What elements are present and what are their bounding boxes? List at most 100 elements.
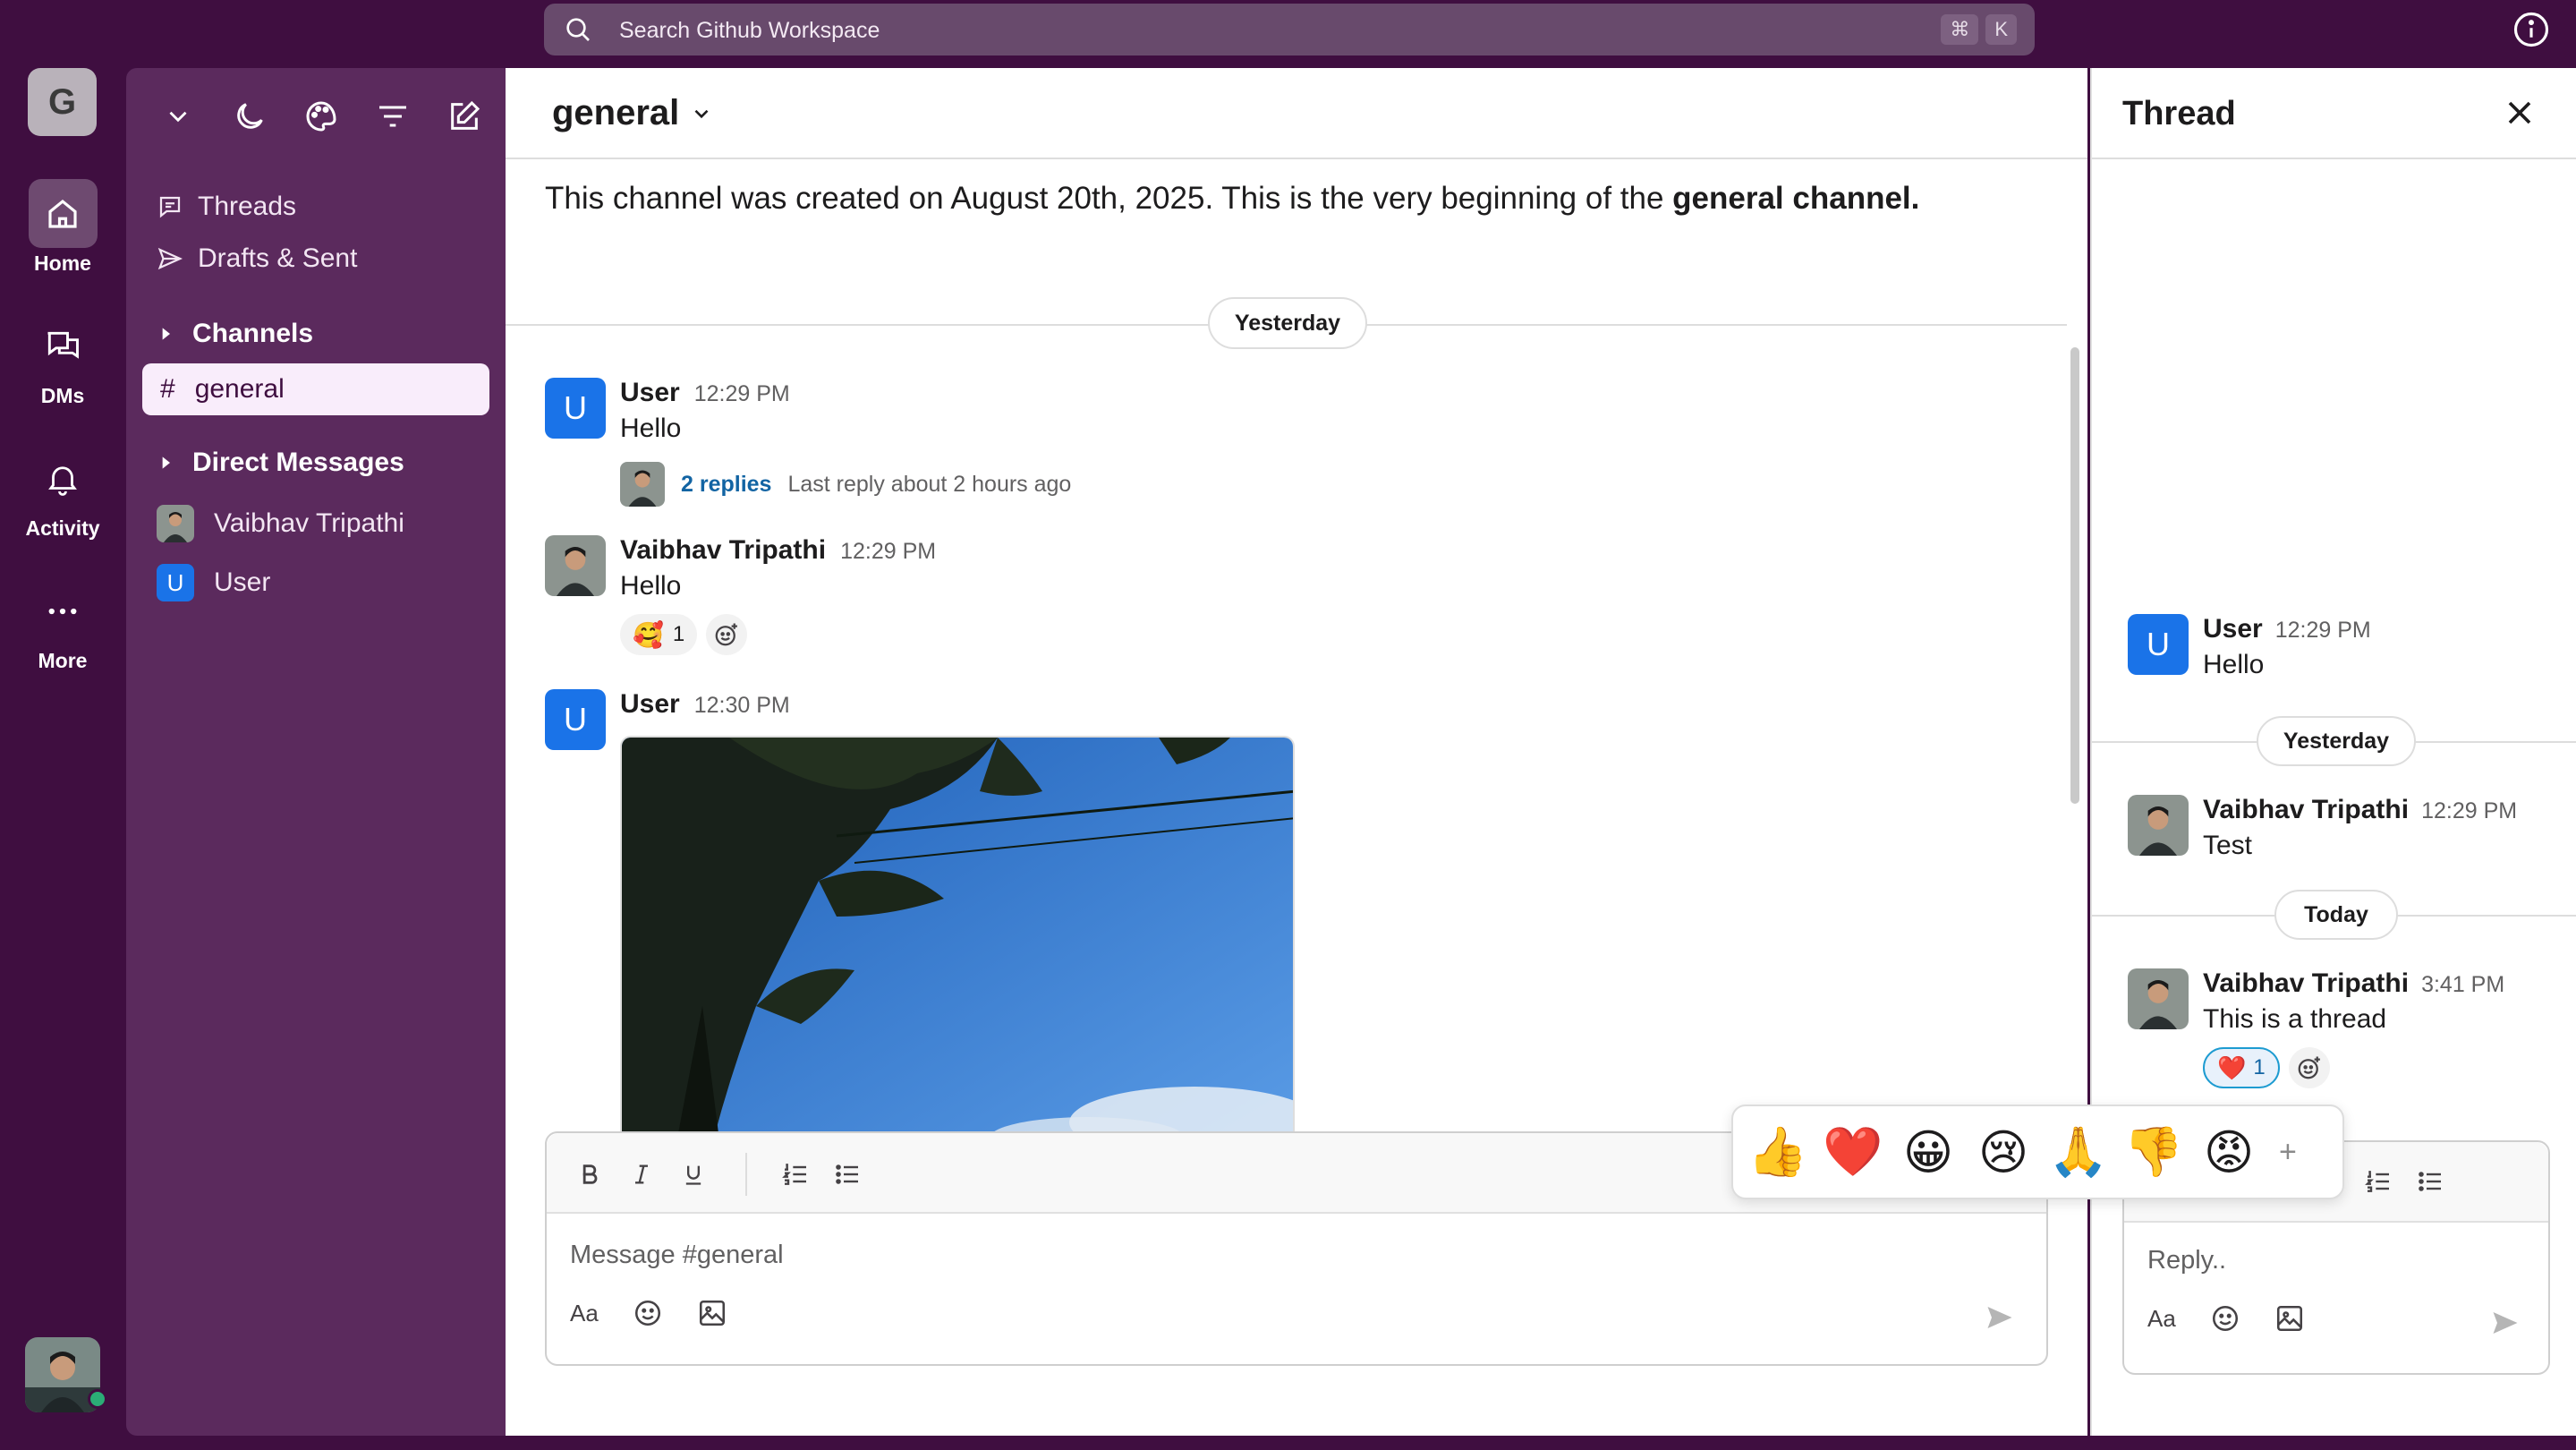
avatar[interactable]: U bbox=[2128, 614, 2189, 675]
close-icon[interactable] bbox=[2500, 93, 2539, 132]
underline-button[interactable] bbox=[674, 1155, 713, 1194]
emoji-crying[interactable]: 😢 bbox=[1975, 1123, 2032, 1181]
filter-icon bbox=[379, 106, 406, 127]
avatar[interactable] bbox=[545, 535, 606, 596]
image-attachment[interactable] bbox=[620, 736, 1295, 1146]
search-placeholder: Search Github Workspace bbox=[619, 18, 880, 43]
image-upload-icon[interactable] bbox=[2274, 1303, 2305, 1334]
sidebar-item-drafts[interactable]: Drafts & Sent bbox=[157, 243, 357, 274]
reply-count[interactable]: 2 replies bbox=[681, 472, 771, 498]
message-time[interactable]: 12:29 PM bbox=[840, 539, 936, 564]
theme-button[interactable] bbox=[298, 93, 344, 140]
filter-button[interactable] bbox=[370, 93, 416, 140]
channel-header: general bbox=[506, 68, 2087, 159]
emoji-icon[interactable] bbox=[633, 1298, 663, 1328]
avatar bbox=[620, 462, 665, 507]
reaction-emoji: 🥰 bbox=[633, 620, 664, 649]
emoji-pray[interactable]: 🙏 bbox=[2048, 1123, 2108, 1181]
message-time[interactable]: 12:29 PM bbox=[2421, 798, 2517, 823]
workspace-switcher[interactable]: G bbox=[28, 68, 97, 136]
toolbar-divider bbox=[745, 1153, 747, 1196]
add-emoji-icon bbox=[2298, 1056, 2320, 1079]
emoji-heart[interactable]: ❤️ bbox=[1823, 1123, 1883, 1181]
emoji-thumbs-down[interactable]: 👎 bbox=[2123, 1123, 2183, 1181]
image-upload-icon[interactable] bbox=[697, 1298, 727, 1328]
message-text: Hello bbox=[2203, 650, 2265, 679]
reactions-bar: ❤️ 1 bbox=[2203, 1047, 2330, 1088]
sidebar-item-dm-user[interactable]: U User bbox=[157, 564, 270, 601]
rail-home[interactable]: Home bbox=[0, 179, 125, 276]
reaction-pill[interactable]: ❤️ 1 bbox=[2203, 1047, 2280, 1088]
more-emoji-button[interactable]: + bbox=[2279, 1135, 2297, 1170]
compose-button[interactable] bbox=[441, 93, 488, 140]
message-time[interactable]: 3:41 PM bbox=[2421, 972, 2504, 997]
thread-header: Thread bbox=[2092, 68, 2576, 159]
emoji-icon[interactable] bbox=[2210, 1303, 2240, 1334]
sidebar-item-general[interactable]: # general bbox=[142, 363, 489, 415]
dm-label: Direct Messages bbox=[192, 448, 404, 477]
channel-intro: This channel was created on August 20th,… bbox=[545, 181, 1919, 217]
add-reaction-button[interactable] bbox=[2288, 1047, 2330, 1088]
dm-section-toggle[interactable]: Direct Messages bbox=[157, 448, 404, 478]
sidebar-item-threads[interactable]: Threads bbox=[157, 192, 296, 222]
threads-label: Threads bbox=[198, 192, 297, 221]
bullet-list-icon[interactable] bbox=[2416, 1167, 2444, 1196]
rail-more[interactable]: More bbox=[0, 576, 125, 673]
avatar[interactable]: U bbox=[545, 378, 606, 439]
date-pill[interactable]: Yesterday bbox=[1208, 297, 1367, 349]
date-pill[interactable]: Yesterday bbox=[2257, 716, 2416, 766]
ordered-list-button[interactable] bbox=[776, 1155, 815, 1194]
emoji-angry[interactable]: 😡 bbox=[2200, 1123, 2257, 1181]
rail-dms[interactable]: DMs bbox=[0, 311, 125, 408]
message-author[interactable]: User 12:29 PM bbox=[2203, 614, 2371, 644]
message-author[interactable]: User 12:30 PM bbox=[620, 689, 790, 720]
text-format-button[interactable]: Aa bbox=[570, 1300, 599, 1327]
channel-title: general bbox=[552, 93, 680, 132]
emoji-thumbs-up[interactable]: 👍 bbox=[1747, 1123, 1807, 1181]
search-bar[interactable]: Search Github Workspace ⌘ K bbox=[544, 4, 2035, 55]
send-icon[interactable] bbox=[2489, 1307, 2521, 1339]
message-author[interactable]: Vaibhav Tripathi 3:41 PM bbox=[2203, 968, 2504, 999]
moon-icon bbox=[237, 103, 263, 129]
rail-more-label: More bbox=[38, 649, 88, 672]
dark-mode-button[interactable] bbox=[226, 93, 273, 140]
bell-icon bbox=[48, 465, 77, 496]
info-icon[interactable] bbox=[2512, 11, 2550, 48]
thread-replies[interactable]: 2 replies Last reply about 2 hours ago bbox=[620, 462, 1071, 507]
message-time[interactable]: 12:30 PM bbox=[694, 693, 790, 718]
underline-icon bbox=[685, 1165, 701, 1185]
add-reaction-button[interactable] bbox=[706, 614, 748, 655]
date-pill[interactable]: Today bbox=[2274, 890, 2398, 940]
bullet-list-button[interactable] bbox=[828, 1155, 867, 1194]
scrollbar[interactable] bbox=[2067, 159, 2083, 1436]
channel-title-button[interactable]: general bbox=[552, 93, 713, 133]
add-emoji-icon bbox=[715, 623, 738, 646]
message-author[interactable]: Vaibhav Tripathi 12:29 PM bbox=[620, 535, 936, 566]
italic-button[interactable] bbox=[622, 1155, 661, 1194]
scrollbar-thumb[interactable] bbox=[2070, 347, 2079, 804]
compose-icon bbox=[451, 100, 480, 130]
composer-actions: Aa bbox=[570, 1298, 727, 1328]
reaction-pill[interactable]: 🥰 1 bbox=[620, 614, 698, 655]
italic-icon bbox=[635, 1164, 648, 1184]
workspace-menu-button[interactable] bbox=[155, 93, 201, 140]
rail-activity[interactable]: Activity bbox=[0, 444, 125, 541]
avatar[interactable]: U bbox=[545, 689, 606, 750]
more-icon bbox=[48, 608, 77, 614]
message-time[interactable]: 12:29 PM bbox=[694, 381, 790, 406]
message-author[interactable]: Vaibhav Tripathi 12:29 PM bbox=[2203, 795, 2517, 825]
message-input[interactable]: Message #general bbox=[570, 1241, 784, 1270]
emoji-grinning[interactable]: 😀 bbox=[1900, 1123, 1957, 1181]
avatar[interactable] bbox=[2128, 795, 2189, 856]
ordered-list-icon[interactable] bbox=[2364, 1167, 2393, 1196]
reaction-emoji: ❤️ bbox=[2217, 1053, 2247, 1081]
text-format-button[interactable]: Aa bbox=[2147, 1305, 2176, 1333]
sidebar-item-dm-vaibhav[interactable]: Vaibhav Tripathi bbox=[157, 505, 404, 542]
message-time[interactable]: 12:29 PM bbox=[2275, 618, 2371, 643]
send-icon[interactable] bbox=[1984, 1301, 2016, 1334]
reply-input[interactable]: Reply.. bbox=[2147, 1246, 2226, 1275]
channels-section-toggle[interactable]: Channels bbox=[157, 319, 313, 349]
bold-button[interactable] bbox=[570, 1155, 609, 1194]
message-author[interactable]: User 12:29 PM bbox=[620, 378, 790, 408]
avatar[interactable] bbox=[2128, 968, 2189, 1029]
